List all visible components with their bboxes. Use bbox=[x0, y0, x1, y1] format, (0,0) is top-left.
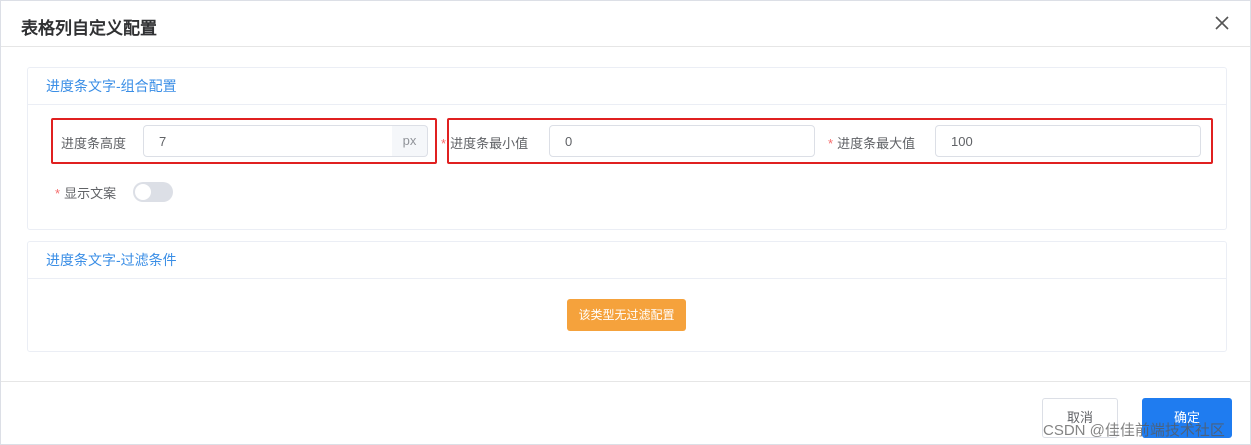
dialog-header: 表格列自定义配置 bbox=[1, 1, 1250, 47]
dialog-title: 表格列自定义配置 bbox=[21, 19, 157, 38]
min-input[interactable] bbox=[549, 125, 815, 157]
ok-button[interactable]: 确定 bbox=[1142, 398, 1232, 438]
show-text-toggle[interactable] bbox=[133, 182, 173, 202]
required-mark: * bbox=[55, 186, 61, 201]
footer-divider bbox=[1, 381, 1250, 382]
required-mark: * bbox=[828, 136, 834, 151]
max-label-text: 进度条最大值 bbox=[837, 136, 916, 151]
min-label: * 进度条最小值 bbox=[441, 133, 528, 152]
show-text-label: * 显示文案 bbox=[55, 183, 116, 202]
cancel-button[interactable]: 取消 bbox=[1042, 398, 1118, 438]
min-label-text: 进度条最小值 bbox=[450, 136, 529, 151]
height-unit: px bbox=[392, 125, 428, 157]
close-icon[interactable] bbox=[1210, 11, 1234, 35]
required-mark: * bbox=[441, 136, 447, 151]
max-input[interactable] bbox=[935, 125, 1201, 157]
toggle-knob bbox=[135, 184, 151, 200]
height-input[interactable] bbox=[143, 125, 393, 157]
section-title: 进度条文字-组合配置 bbox=[28, 68, 1226, 105]
no-filter-notice: 该类型无过滤配置 bbox=[567, 299, 686, 331]
show-text-label-text: 显示文案 bbox=[64, 186, 117, 201]
filter-config-section: 进度条文字-过滤条件 bbox=[27, 241, 1227, 352]
section-title: 进度条文字-过滤条件 bbox=[28, 242, 1226, 279]
config-dialog: 表格列自定义配置 进度条文字-组合配置 进度条高度 px *进度条最小值 *进度… bbox=[0, 0, 1251, 445]
max-label: * 进度条最大值 bbox=[828, 133, 915, 152]
height-label: 进度条高度 bbox=[61, 136, 127, 151]
